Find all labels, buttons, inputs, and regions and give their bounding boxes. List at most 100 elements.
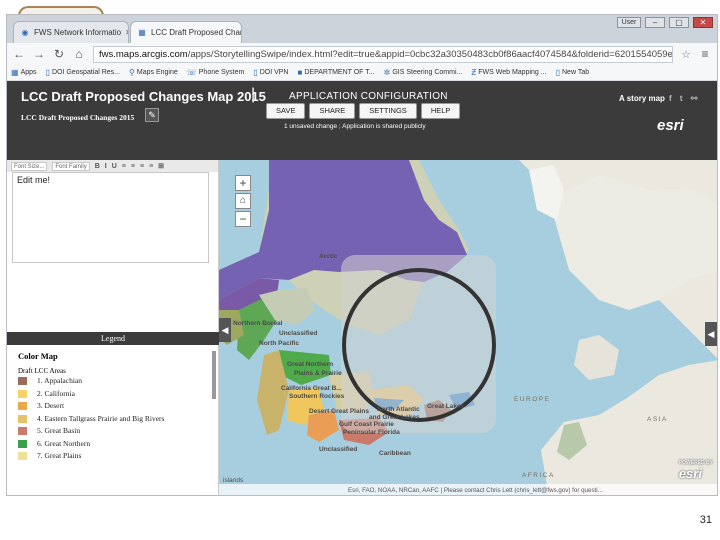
font-family-dropdown[interactable]: Font Family (52, 161, 90, 171)
map-label-southern-rockies: Southern Rockies (289, 393, 345, 400)
legend-swatch (18, 389, 27, 398)
legend-panel: Color Map Draft LCC Areas 1. Appalachian… (7, 345, 219, 495)
bookmark-gis-steering[interactable]: ✲ GIS Steering Commi... (384, 68, 463, 77)
bookmark-doi-geospatial[interactable]: ▯ DOI Geospatial Res... (46, 68, 121, 77)
map-label-north-pacific: North Pacific (259, 340, 300, 347)
minimize-button[interactable]: – (645, 17, 665, 28)
share-button[interactable]: SHARE (309, 103, 356, 119)
legend-item: 1. Appalachian (18, 376, 208, 386)
bookmark-new-tab[interactable]: ▯ New Tab (556, 68, 590, 77)
bookmark-department[interactable]: ■ DEPARTMENT OF T... (298, 68, 375, 77)
menu-icon[interactable]: ≡ (699, 47, 711, 61)
story-map-label[interactable]: A story map (619, 94, 665, 103)
z-icon: Ƶ (471, 68, 477, 77)
rich-text-toolbar: Font Size... Font Family B I U ≡ ≡ ≡ ≡ ⊞ (7, 160, 218, 172)
zoom-controls: + ⌂ − (235, 175, 251, 227)
social-share-icons[interactable]: f t ⚯ (669, 94, 700, 103)
legend-subtitle: Draft LCC Areas (18, 367, 66, 375)
app-subtitle[interactable]: LCC Draft Proposed Changes 2015 (21, 113, 134, 122)
map-label-africa: AFRICA (522, 472, 555, 479)
map-label-plains-prairie: Plains & Prairie (294, 370, 342, 377)
window-controls: User – ▢ ✕ (617, 17, 713, 28)
justify-button[interactable]: ≡ (149, 163, 153, 170)
italic-button[interactable]: I (105, 163, 107, 170)
bookmark-phone-system[interactable]: ☏ Phone System (187, 68, 245, 77)
address-bar[interactable]: fws.maps.arcgis.com/apps/StorytellingSwi… (93, 45, 674, 63)
tab-label: LCC Draft Proposed Chan (151, 28, 242, 37)
bookmark-fws-web-mapping[interactable]: Ƶ FWS Web Mapping ... (471, 68, 546, 77)
close-window-button[interactable]: ✕ (693, 17, 713, 28)
bookmark-label: Maps Engine (136, 69, 178, 76)
bookmarks-bar: ▦ Apps ▯ DOI Geospatial Res... ⚲ Maps Engin… (7, 65, 717, 81)
map-label-arctic: Arctic (319, 253, 338, 260)
home-icon[interactable]: ⌂ (73, 47, 85, 61)
close-icon[interactable]: ✕ (125, 28, 128, 37)
legend-item-label: 1. Appalachian (37, 376, 82, 385)
legend-scrollbar[interactable] (212, 351, 216, 399)
text-cursor-icon: | (251, 86, 256, 103)
bookmark-label: New Tab (562, 69, 590, 76)
legend-item-label: 2. California (37, 388, 75, 398)
map-label-great-northern: Great Northern (287, 361, 334, 368)
legend-item: 4. Eastern Tallgrass Prairie and Big Riv… (18, 413, 208, 424)
bookmark-maps-engine[interactable]: ⚲ Maps Engine (129, 68, 178, 77)
map-view[interactable]: Northern Boreal Unclassified North Pacif… (219, 160, 717, 495)
settings-button[interactable]: SETTINGS (359, 103, 417, 119)
map-label-north-atlantic: North Atlantic (377, 406, 420, 413)
map-label-northern-boreal: Northern Boreal (233, 320, 283, 327)
tab-fws-network[interactable]: ◉ FWS Network Informatio ✕ (13, 21, 129, 43)
map-label-california: California Great B... (281, 385, 342, 392)
pencil-icon[interactable]: ✎ (145, 108, 159, 122)
user-profile-button[interactable]: User (617, 17, 641, 28)
zoom-out-button[interactable]: − (235, 211, 251, 227)
bookmark-apps[interactable]: ▦ Apps (11, 68, 37, 77)
legend-swatch (18, 377, 27, 385)
esri-logo: esri (657, 117, 684, 134)
browser-toolbar: ← → ↻ ⌂ fws.maps.arcgis.com/apps/Storyte… (7, 43, 717, 65)
tab-bar: ◉ FWS Network Informatio ✕ ▦ LCC Draft P… (7, 15, 717, 43)
tab-lcc-draft[interactable]: ▦ LCC Draft Proposed Chan ✕ (130, 21, 242, 43)
help-button[interactable]: HELP (420, 103, 461, 119)
doc-icon: ▯ (555, 68, 560, 77)
gear-icon: ✲ (383, 68, 391, 77)
browser-window: ◉ FWS Network Informatio ✕ ▦ LCC Draft P… (6, 14, 718, 496)
legend-item: 3. Desert (18, 401, 208, 411)
back-icon[interactable]: ← (13, 47, 25, 61)
legend-item-label: 4. Eastern Tallgrass Prairie and Big Riv… (37, 413, 165, 423)
legend-header[interactable]: Legend (7, 332, 219, 345)
insert-table-button[interactable]: ⊞ (158, 162, 164, 170)
zoom-in-button[interactable]: + (235, 175, 251, 191)
map-label-desert: Desert Great Plains (309, 408, 369, 415)
side-panel: Font Size... Font Family B I U ≡ ≡ ≡ ≡ ⊞… (7, 160, 219, 495)
save-button[interactable]: SAVE (266, 103, 306, 119)
story-map-icon: ▦ (138, 27, 146, 37)
map-label-gulf-coast: Gulf Coast Prairie (339, 421, 394, 428)
legend-item: 7. Great Plains (18, 451, 208, 461)
align-right-button[interactable]: ≡ (140, 163, 144, 170)
forward-icon[interactable]: → (33, 47, 45, 61)
config-status: 1 unsaved change ; Application is shared… (284, 123, 426, 130)
align-left-button[interactable]: ≡ (122, 163, 126, 170)
app-header: LCC Draft Proposed Changes Map 2015 | LC… (7, 81, 717, 160)
edit-text-area[interactable]: Edit me! (12, 172, 209, 263)
map-label-caribbean: Caribbean (379, 450, 411, 457)
bookmark-label: DOI Geospatial Res... (51, 69, 121, 76)
reload-icon[interactable]: ↻ (53, 47, 65, 61)
legend-item-label: 5. Great Basin (37, 426, 81, 435)
font-size-dropdown[interactable]: Font Size... (11, 161, 48, 171)
maximize-button[interactable]: ▢ (669, 17, 689, 28)
app-title[interactable]: LCC Draft Proposed Changes Map 2015 (21, 89, 266, 104)
bookmark-doi-vpn[interactable]: ▯ DOI VPN (253, 68, 288, 77)
swipe-left-arrow[interactable]: ◀ (219, 318, 231, 342)
legend-item: 6. Great Northern (18, 439, 208, 449)
home-extent-button[interactable]: ⌂ (235, 193, 251, 209)
legend-item-label: 7. Great Plains (37, 451, 82, 460)
swipe-right-arrow[interactable]: ◀ (705, 322, 717, 346)
bold-button[interactable]: B (95, 163, 100, 170)
underline-button[interactable]: U (112, 163, 117, 170)
doi-icon: ■ (297, 68, 303, 77)
align-center-button[interactable]: ≡ (131, 163, 135, 170)
address-host: fws.maps.arcgis.com (99, 48, 188, 60)
bookmark-label: FWS Web Mapping ... (478, 69, 547, 76)
bookmark-star-icon[interactable]: ☆ (681, 48, 691, 61)
